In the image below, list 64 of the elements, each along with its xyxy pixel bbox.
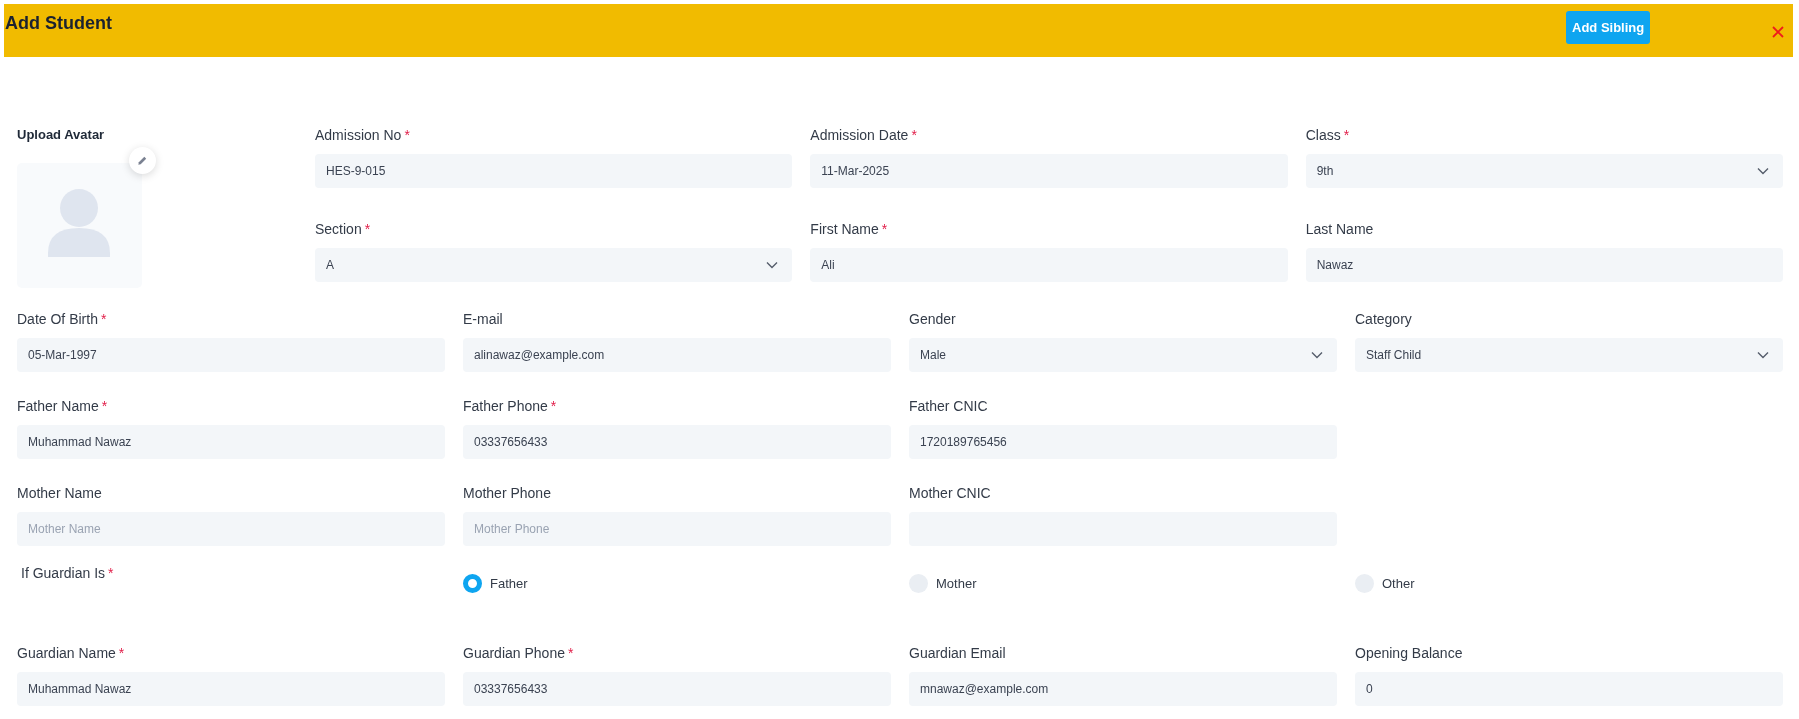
select-field[interactable]: Male	[909, 338, 1337, 372]
required-mark: *	[911, 126, 917, 145]
required-mark: *	[101, 397, 108, 416]
chevron-down-icon	[1757, 351, 1769, 359]
radio-label[interactable]: Father	[490, 576, 528, 591]
field-label: Section	[315, 220, 362, 239]
field-label: Last Name	[1305, 220, 1374, 239]
select-field[interactable]: Staff Child	[1355, 338, 1783, 372]
field-label: Opening Balance	[1355, 644, 1463, 663]
field-label: Guardian Name	[17, 644, 116, 663]
field-label: Gender	[909, 310, 956, 329]
required-mark: *	[404, 126, 410, 145]
radio-label[interactable]: Other	[1382, 576, 1415, 591]
field-label: Admission No	[315, 126, 402, 145]
radio-button[interactable]	[463, 574, 482, 593]
input-field[interactable]: mnawaz@example.com	[909, 672, 1337, 706]
page-title: Add Student	[5, 13, 112, 34]
input-field[interactable]: 03337656433	[463, 672, 891, 706]
input-field[interactable]: alinawaz@example.com	[463, 338, 891, 372]
field-label: First Name	[810, 220, 879, 239]
required-mark: *	[108, 564, 114, 583]
chevron-down-icon	[1757, 167, 1769, 175]
field-label: Father Phone	[463, 397, 548, 416]
close-icon[interactable]	[1771, 25, 1785, 39]
select-field[interactable]: 9th	[1305, 154, 1783, 188]
radio-label[interactable]: Mother	[936, 576, 977, 591]
required-mark: *	[881, 220, 888, 239]
chevron-down-icon	[766, 261, 779, 269]
required-mark: *	[567, 644, 574, 663]
input-field[interactable]: Mother Name	[17, 512, 445, 546]
input-field[interactable]: 03337656433	[463, 425, 891, 459]
field-label: Category	[1355, 310, 1412, 329]
input-field[interactable]: Ali	[810, 248, 1288, 282]
input-field[interactable]: Mother Phone	[463, 512, 891, 546]
pencil-icon	[137, 155, 148, 166]
input-field[interactable]: 05-Mar-1997	[17, 338, 445, 372]
field-label: Father Name	[17, 397, 99, 416]
field-label: Mother Phone	[463, 484, 551, 503]
field-label: Guardian Phone	[463, 644, 565, 663]
input-field[interactable]: 1720189765456	[909, 425, 1337, 459]
edit-avatar-button[interactable]	[129, 147, 156, 174]
field-label: Guardian Email	[909, 644, 1006, 663]
input-field[interactable]: Muhammad Nawaz	[17, 425, 445, 459]
required-mark: *	[550, 397, 557, 416]
chevron-down-icon	[1311, 351, 1323, 359]
field-label: Class	[1305, 126, 1341, 145]
input-field[interactable]: 0	[1355, 672, 1783, 706]
field-label: Father CNIC	[909, 397, 988, 416]
input-field[interactable]: Muhammad Nawaz	[17, 672, 445, 706]
input-field[interactable]: 11-Mar-2025	[810, 154, 1288, 188]
input-field[interactable]: Nawaz	[1305, 248, 1783, 282]
field-label: E-mail	[463, 310, 503, 329]
field-label: Mother Name	[17, 484, 102, 503]
field-label: Date Of Birth	[17, 310, 98, 329]
field-label: If Guardian Is	[21, 564, 106, 583]
input-field[interactable]: HES-9-015	[315, 154, 793, 188]
upload-avatar-label: Upload Avatar	[17, 126, 106, 144]
field-label: Mother CNIC	[909, 484, 991, 503]
required-mark: *	[364, 220, 371, 239]
required-mark: *	[1343, 126, 1350, 145]
select-field[interactable]: A	[315, 248, 793, 282]
required-mark: *	[100, 310, 107, 329]
required-mark: *	[118, 644, 125, 663]
field-label: Admission Date	[810, 126, 909, 145]
